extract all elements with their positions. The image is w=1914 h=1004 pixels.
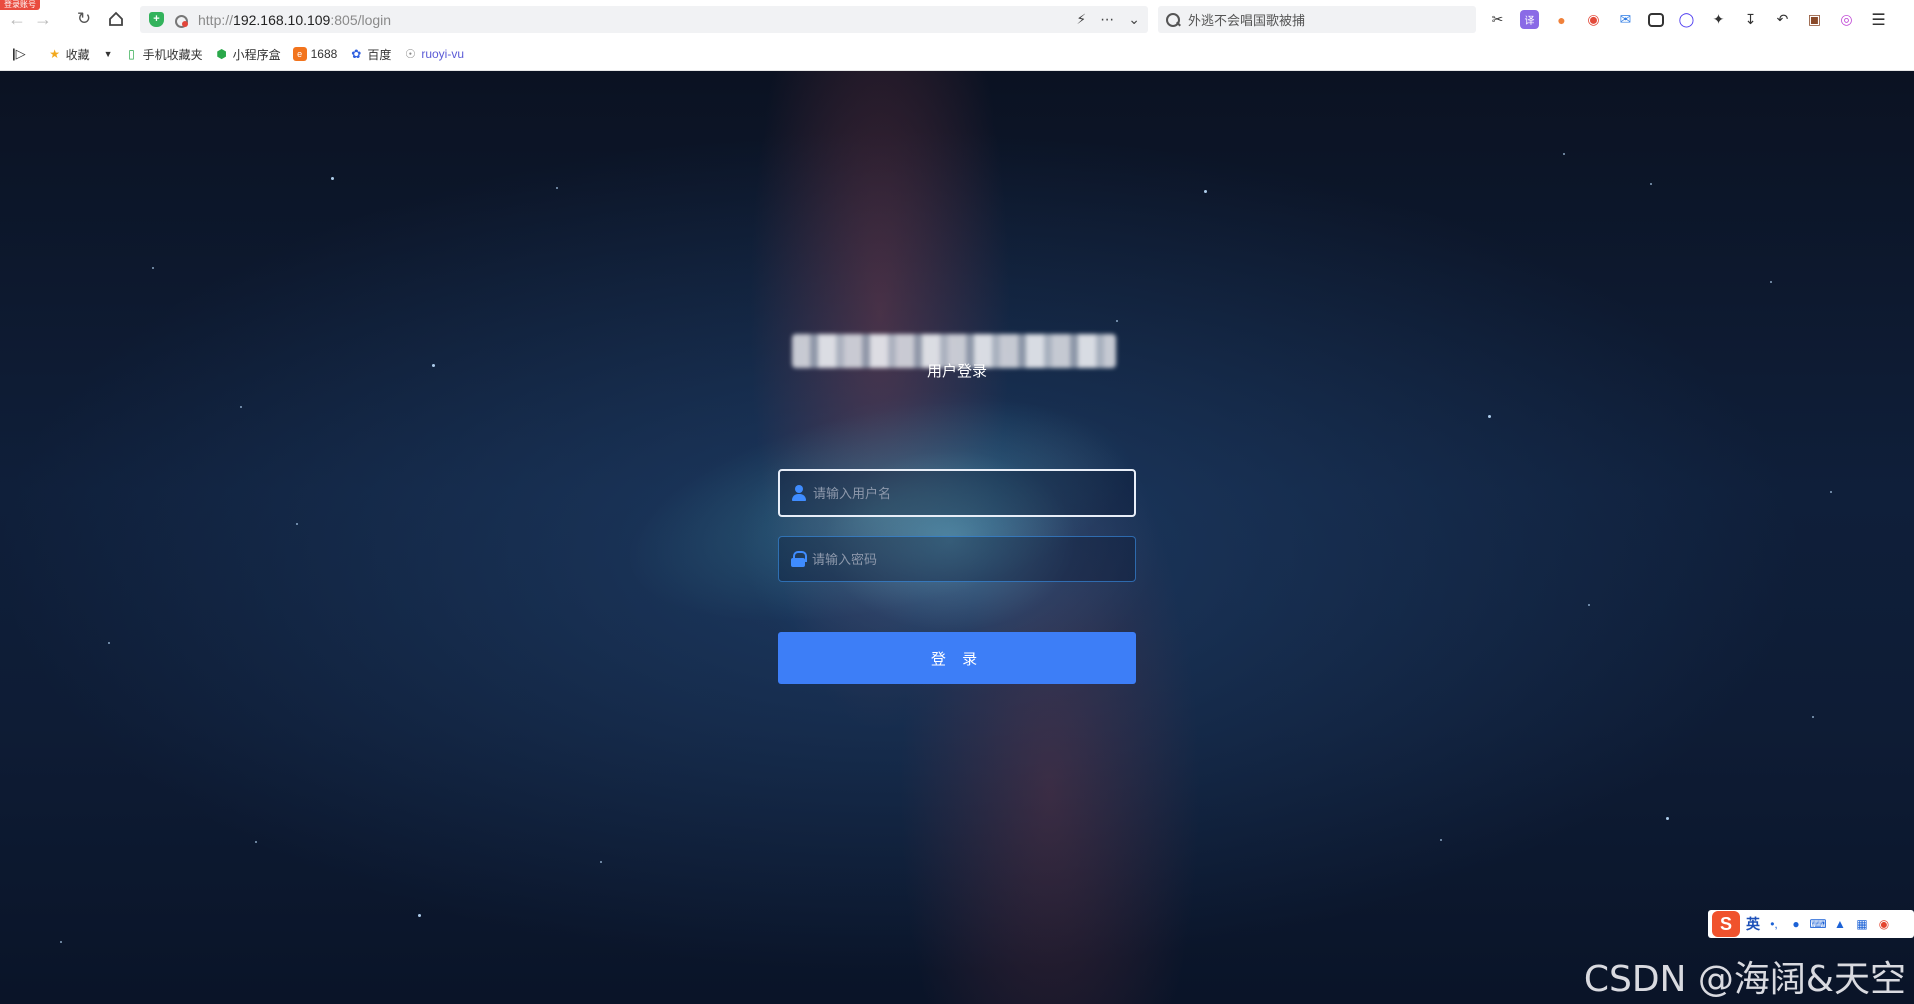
- search-box[interactable]: 外逃不会唱国歌被捕: [1158, 6, 1476, 33]
- 1688-icon: e: [292, 47, 307, 61]
- window-icon[interactable]: [1648, 12, 1664, 27]
- star: [1650, 183, 1652, 185]
- gamepad-icon[interactable]: ●: [1552, 10, 1571, 29]
- bookmark-label: 手机收藏夹: [142, 47, 203, 62]
- arrow-left-icon: ←: [8, 8, 26, 29]
- login-button[interactable]: 登 录: [778, 632, 1136, 684]
- browser-toolbar: 登录账号 ← → ↻ + http://192.168.10.109:805/l…: [0, 0, 1914, 38]
- sogou-logo-icon[interactable]: S: [1712, 911, 1740, 937]
- bookmark-label: 百度: [367, 47, 392, 62]
- bookmark-miniapp[interactable]: ⬢ 小程序盒: [215, 46, 281, 63]
- globe-icon: ☉: [404, 47, 416, 61]
- weibo-icon[interactable]: ◉: [1584, 10, 1603, 29]
- bookmark-favorites[interactable]: ★ 收藏 ▼: [48, 46, 113, 63]
- bookmark-mobile[interactable]: ▯ 手机收藏夹: [125, 46, 203, 63]
- bookmark-label: 收藏: [65, 47, 90, 62]
- url-host: 192.168.10.109: [233, 11, 331, 28]
- menu-icon[interactable]: ☰: [1869, 10, 1888, 29]
- chevron-down-icon[interactable]: ⌄: [1128, 11, 1140, 28]
- shield-icon: +: [149, 12, 164, 27]
- password-field[interactable]: [778, 536, 1136, 582]
- home-icon: [109, 11, 123, 26]
- csdn-watermark: CSDN @海阔&天空: [1583, 959, 1906, 1000]
- star: [60, 941, 62, 943]
- toolbox-icon[interactable]: ▣: [1805, 10, 1824, 29]
- star: [1812, 716, 1814, 718]
- caret-down-icon[interactable]: ▼: [104, 49, 113, 59]
- password-input[interactable]: [812, 537, 1135, 581]
- star: [255, 841, 257, 843]
- star-icon: ★: [49, 47, 61, 61]
- microphone-icon[interactable]: ●: [1788, 916, 1804, 932]
- url-text[interactable]: http://192.168.10.109:805/login: [198, 12, 391, 28]
- star: [1116, 320, 1118, 322]
- keyboard-icon[interactable]: ⌨: [1809, 916, 1826, 932]
- star: [331, 177, 334, 180]
- mail-icon[interactable]: ✉: [1616, 10, 1635, 29]
- phone-icon: ▯: [128, 47, 135, 61]
- reload-button[interactable]: ↻: [69, 4, 99, 34]
- skin-icon[interactable]: ▲: [1832, 916, 1848, 932]
- username-input[interactable]: [813, 471, 1134, 515]
- star: [418, 914, 421, 917]
- color-wheel-icon[interactable]: ◎: [1837, 10, 1856, 29]
- bookmark-ruoyi[interactable]: ☉ ruoyi-vu: [403, 47, 464, 61]
- username-field[interactable]: [778, 469, 1136, 517]
- bookmark-label: ruoyi-vu: [421, 47, 465, 61]
- ime-toolbar: S 英 •, ● ⌨ ▲ ▦ ◉: [1708, 910, 1914, 938]
- scissors-icon[interactable]: ✂: [1488, 10, 1507, 29]
- star: [1563, 153, 1565, 155]
- star: [600, 861, 602, 863]
- lock-icon: [790, 551, 807, 567]
- star: [240, 406, 242, 408]
- search-placeholder: 外逃不会唱国歌被捕: [1188, 13, 1306, 28]
- reload-icon: ↻: [76, 9, 92, 28]
- star: [1666, 817, 1669, 820]
- login-title: 用户登录: [926, 363, 987, 380]
- translate-icon[interactable]: 译: [1520, 10, 1539, 29]
- bookmark-label: 小程序盒: [232, 47, 281, 62]
- forward-button[interactable]: →: [28, 4, 58, 34]
- star: [108, 642, 110, 644]
- sidebar-toggle[interactable]: |▷: [12, 46, 26, 62]
- extension-icons: ✂ 译 ● ◉ ✉ ◯ ✦ ↧ ↶ ▣ ◎ ☰: [1488, 6, 1888, 33]
- star: [1204, 190, 1207, 193]
- miniapp-icon: ⬢: [216, 47, 227, 61]
- site-security-icon[interactable]: [174, 13, 188, 28]
- chat-icon[interactable]: ◯: [1677, 10, 1696, 29]
- star: [1588, 604, 1590, 606]
- star: [1770, 281, 1772, 283]
- bookmarks-bar: |▷ ★ 收藏 ▼ ▯ 手机收藏夹 ⬢ 小程序盒 e 1688 ✿ 百度 ☉ r…: [0, 38, 1914, 71]
- punctuation-icon[interactable]: •,: [1766, 916, 1782, 932]
- grid-icon[interactable]: ▦: [1854, 916, 1870, 932]
- ime-language[interactable]: 英: [1746, 914, 1760, 934]
- sidebar-toggle-icon: |▷: [12, 46, 26, 61]
- star: [432, 364, 435, 367]
- arrow-right-icon: →: [34, 8, 52, 29]
- home-button[interactable]: [101, 4, 131, 34]
- url-scheme: http://: [198, 11, 234, 28]
- star: [1830, 491, 1832, 493]
- star: [1488, 415, 1491, 418]
- bookmark-1688[interactable]: e 1688: [292, 47, 338, 61]
- undo-icon[interactable]: ↶: [1773, 10, 1792, 29]
- bookmark-baidu[interactable]: ✿ 百度: [349, 46, 391, 63]
- baidu-paw-icon: ✿: [351, 47, 362, 61]
- url-path: :805/login: [330, 11, 392, 28]
- search-icon: [1166, 12, 1180, 27]
- puzzle-icon[interactable]: ✦: [1709, 10, 1728, 29]
- star: [296, 523, 298, 525]
- more-icon[interactable]: ⋯: [1100, 11, 1114, 28]
- star: [556, 187, 558, 189]
- mascot-icon[interactable]: ◉: [1876, 916, 1892, 932]
- star: [152, 267, 154, 269]
- bookmark-label: 1688: [310, 47, 338, 61]
- user-icon: [791, 485, 807, 501]
- star: [1440, 839, 1442, 841]
- download-icon[interactable]: ↧: [1741, 10, 1760, 29]
- address-bar[interactable]: + http://192.168.10.109:805/login ⚡ ⋯ ⌄: [140, 6, 1148, 33]
- lightning-icon[interactable]: ⚡: [1076, 11, 1086, 28]
